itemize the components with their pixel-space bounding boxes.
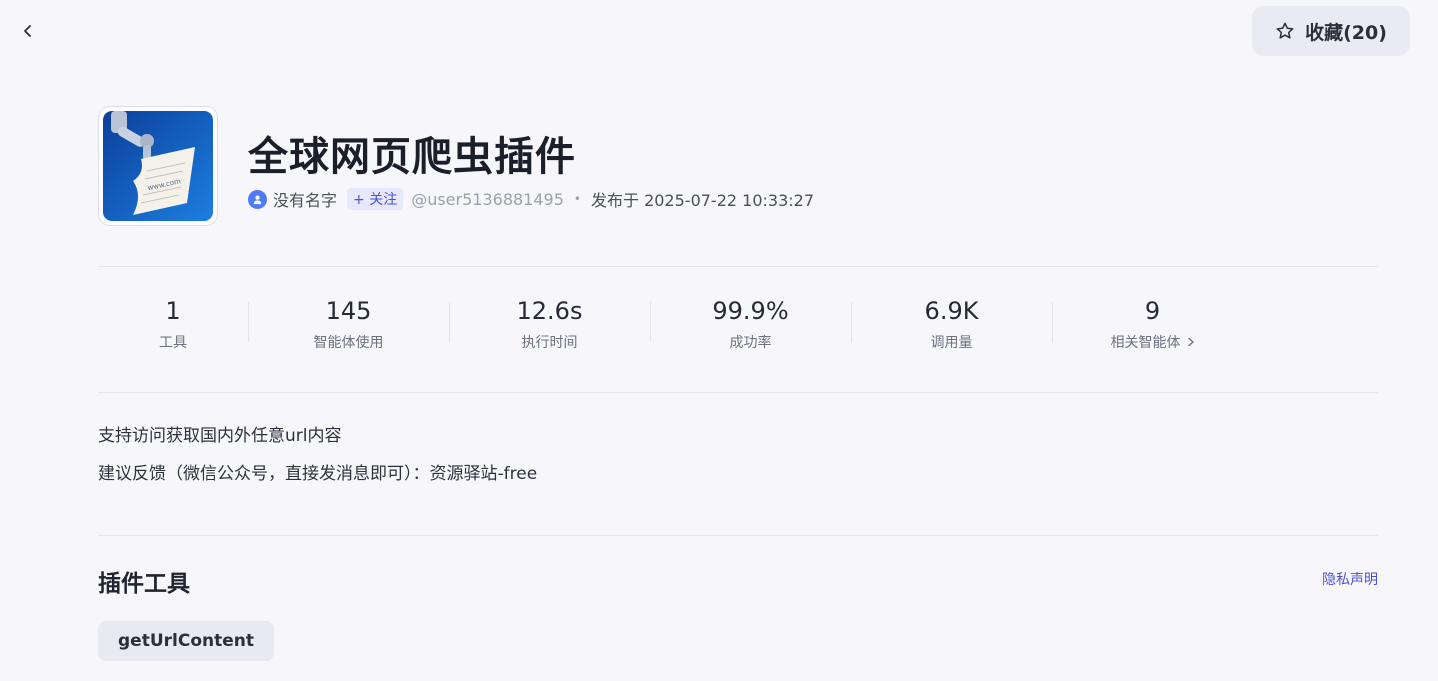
stat-success-rate: 99.9% 成功率	[650, 296, 851, 356]
plugin-logo: www.com	[98, 106, 218, 226]
favorite-button[interactable]: 收藏(20)	[1252, 6, 1410, 56]
stat-tools: 1 工具	[98, 296, 248, 356]
stat-label: 执行时间	[521, 335, 578, 351]
description-line: 支持访问获取国内外任意url内容	[98, 426, 342, 446]
chevron-right-icon	[1187, 337, 1194, 347]
stat-agent-usage: 145 智能体使用	[248, 296, 449, 356]
avatar[interactable]	[248, 189, 267, 209]
stat-label: 相关智能体	[1110, 335, 1181, 351]
page-title: 全球网页爬虫插件	[248, 134, 576, 180]
publish-time: 发布于 2025-07-22 10:33:27	[590, 191, 815, 210]
stat-value: 1	[165, 297, 181, 325]
favorite-label: 收藏(20)	[1305, 21, 1387, 44]
user-handle: @user5136881495	[411, 189, 564, 209]
stats-bar: 1 工具 145 智能体使用 12.6s 执行时间 99.9% 成功率 6.9K…	[98, 296, 1278, 356]
section-title: 插件工具	[98, 571, 190, 597]
stat-label: 智能体使用	[313, 335, 384, 351]
stat-value: 9	[1144, 297, 1161, 325]
divider	[98, 535, 1378, 536]
divider	[98, 392, 1378, 393]
stat-related-agents[interactable]: 9 相关智能体	[1052, 296, 1253, 356]
tool-chip[interactable]: getUrlContent	[98, 621, 274, 661]
author-name[interactable]: 没有名字	[273, 187, 337, 211]
stat-label: 调用量	[930, 335, 973, 351]
divider	[98, 266, 1378, 267]
chevron-left-icon	[24, 25, 31, 37]
stat-label: 成功率	[729, 335, 772, 351]
privacy-link[interactable]: 隐私声明	[1322, 569, 1378, 589]
related-agents-link[interactable]: 相关智能体	[1111, 332, 1195, 352]
back-button[interactable]	[16, 19, 40, 43]
stat-value: 12.6s	[516, 297, 583, 325]
author-row: 没有名字 + 关注 @user5136881495 • 发布于 2025-07-…	[248, 187, 814, 211]
stat-value: 99.9%	[712, 297, 789, 325]
stat-call-count: 6.9K 调用量	[851, 296, 1052, 356]
description-line: 建议反馈（微信公众号，直接发消息即可）：资源驿站-free	[98, 464, 538, 484]
user-icon	[253, 195, 262, 204]
separator-dot: •	[573, 192, 581, 206]
stat-value: 6.9K	[924, 297, 979, 325]
stat-exec-time: 12.6s 执行时间	[449, 296, 650, 356]
stat-label: 工具	[159, 335, 187, 351]
stat-value: 145	[325, 297, 372, 325]
follow-button[interactable]: + 关注	[347, 188, 404, 210]
star-outline-icon	[1276, 22, 1294, 39]
